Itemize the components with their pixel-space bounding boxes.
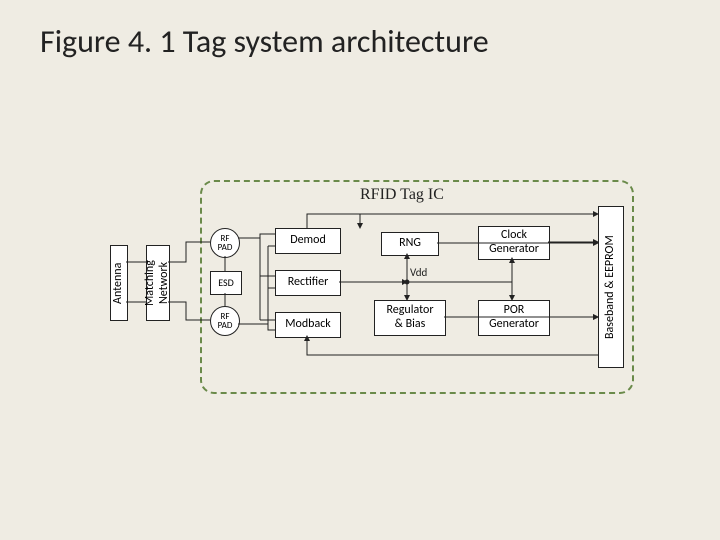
slide: Figure 4. 1 Tag system architecture RFID… — [0, 0, 720, 540]
figure-title: Figure 4. 1 Tag system architecture — [40, 22, 489, 61]
wiring — [110, 170, 646, 400]
architecture-diagram: RFID Tag IC Antenna Matching Network RF … — [110, 170, 646, 400]
